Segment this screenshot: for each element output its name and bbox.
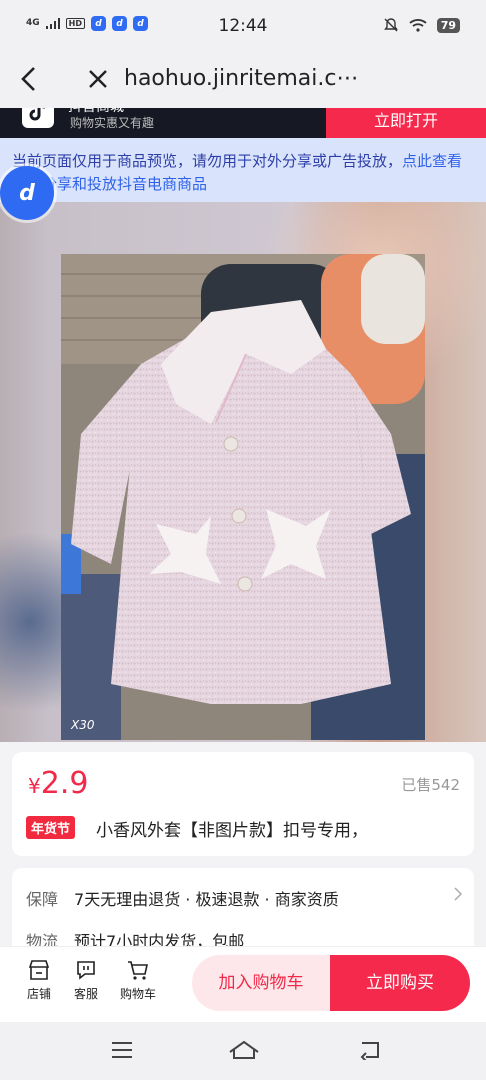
- service-label: 客服: [73, 987, 98, 1001]
- coat-illustration: [61, 254, 425, 740]
- browser-nav-bar: haohuo.jinritemai.c⋯: [0, 56, 486, 108]
- system-nav-bar: [0, 1022, 486, 1080]
- banner-subtitle: 购物实惠又有趣: [70, 116, 155, 130]
- bottom-action-bar: 店铺 客服 购物车 加入购物车 立即购买: [0, 946, 486, 1023]
- chevron-right-icon[interactable]: [454, 886, 463, 905]
- store-label: 店铺: [26, 987, 51, 1001]
- cart-label: 购物车: [119, 987, 156, 1001]
- home-icon[interactable]: [228, 1040, 260, 1064]
- product-image[interactable]: X30: [61, 254, 425, 740]
- service-info-card[interactable]: 保障 7天无理由退货 · 极速退款 · 商家资质 物流 预计7小时内发货，包邮: [12, 868, 474, 958]
- guarantee-text: 7天无理由退货 · 极速退款 · 商家资质: [74, 890, 339, 909]
- add-to-cart-button[interactable]: 加入购物车: [192, 955, 330, 1011]
- mute-icon: [383, 18, 398, 32]
- buy-now-button[interactable]: 立即购买: [330, 955, 470, 1011]
- notice-text: 当前页面仅用于商品预览，请勿用于对外分享或广告投放，: [12, 152, 403, 170]
- guarantee-row[interactable]: 保障 7天无理由退货 · 极速退款 · 商家资质: [26, 886, 339, 910]
- sold-count: 已售542: [401, 776, 460, 794]
- preview-notice: 当前页面仅用于商品预览，请勿用于对外分享或广告投放，点此查看如何分享和投放抖音电…: [0, 138, 486, 202]
- store-button[interactable]: 店铺: [16, 959, 62, 1002]
- price-card: ¥2.9 已售542 年货节 小香风外套【非图片款】扣号专用，: [12, 752, 474, 856]
- cart-button[interactable]: 购物车: [115, 959, 161, 1002]
- douyin-logo-icon: [22, 108, 54, 128]
- product-gallery[interactable]: X30: [0, 202, 486, 742]
- camera-watermark: X30: [71, 718, 95, 732]
- chevron-left-icon[interactable]: [18, 64, 40, 100]
- cart-icon: [128, 961, 148, 980]
- floating-app-icon[interactable]: d: [0, 166, 54, 220]
- service-button[interactable]: 客服: [63, 959, 109, 1002]
- status-bar: 4G HD d d d 12:44 79: [0, 0, 486, 56]
- chat-icon: [77, 961, 95, 980]
- status-right: 79: [383, 17, 460, 33]
- menu-icon[interactable]: [110, 1040, 134, 1064]
- open-app-button[interactable]: 立即打开: [326, 108, 486, 138]
- price: ¥2.9: [28, 766, 88, 801]
- battery-indicator: 79: [436, 17, 460, 33]
- back-icon[interactable]: [358, 1040, 382, 1064]
- product-title: 小香风外套【非图片款】扣号专用，: [96, 821, 368, 841]
- guarantee-label: 保障: [26, 890, 59, 909]
- store-icon: [28, 960, 50, 980]
- page-url: haohuo.jinritemai.c⋯: [124, 66, 359, 91]
- close-icon[interactable]: [86, 64, 110, 100]
- open-app-banner[interactable]: 抖音商城 购物实惠又有趣 立即打开: [0, 108, 486, 138]
- currency-symbol: ¥: [28, 774, 41, 798]
- festival-badge: 年货节: [26, 816, 76, 839]
- price-value: 2.9: [40, 766, 89, 801]
- wifi-icon: [409, 19, 427, 32]
